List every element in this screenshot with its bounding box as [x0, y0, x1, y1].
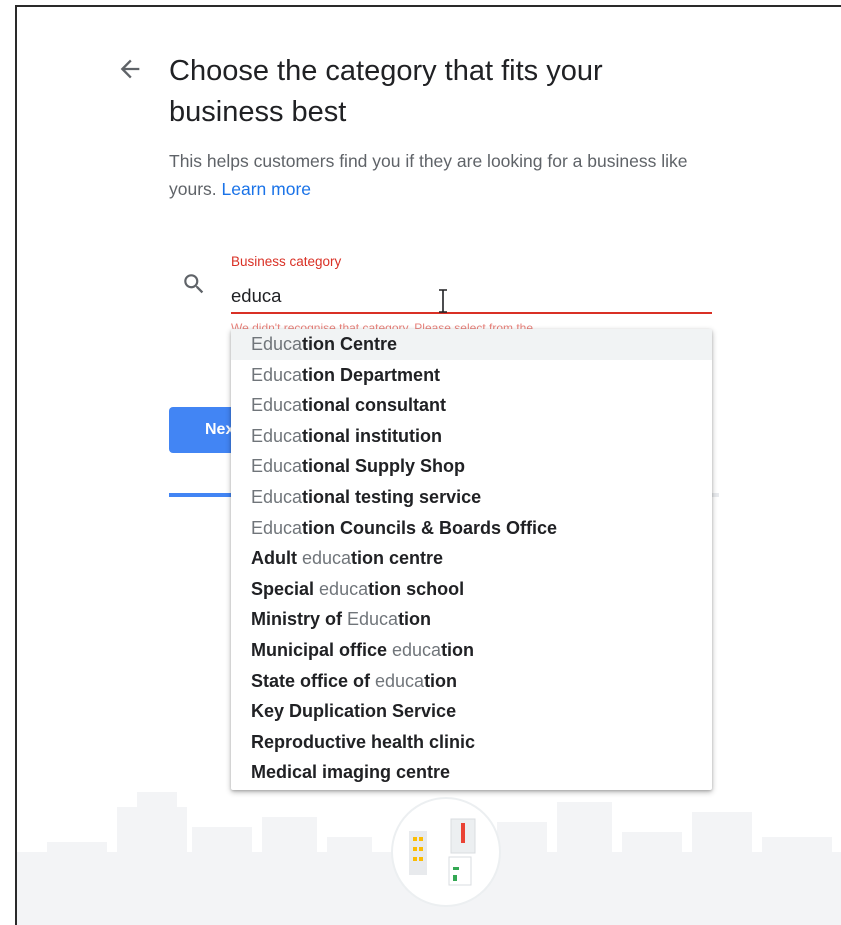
- option-text: Reproductive health clinic: [251, 731, 476, 752]
- option-text: tional testing service: [302, 486, 482, 507]
- category-option[interactable]: Educational institution: [231, 421, 712, 452]
- category-option[interactable]: State office of education: [231, 666, 712, 697]
- option-match-text: Educa: [251, 395, 303, 416]
- search-icon: [184, 274, 204, 294]
- option-text: tion: [398, 609, 432, 630]
- page-title: Choose the category that fits your busin…: [169, 55, 603, 128]
- option-match-text: educa: [319, 578, 369, 599]
- category-option[interactable]: Municipal office education: [231, 635, 712, 666]
- category-option[interactable]: Reproductive health clinic: [231, 727, 712, 758]
- page-frame: Choose the category that fits your busin…: [15, 5, 841, 925]
- option-text: Key Duplication Service: [251, 701, 457, 722]
- option-text: Medical imaging centre: [251, 762, 451, 783]
- option-text: tion: [441, 639, 475, 660]
- page-subtitle: This helps customers find you if they ar…: [169, 147, 689, 203]
- category-option[interactable]: Key Duplication Service: [231, 696, 712, 727]
- category-option[interactable]: Educational Supply Shop: [231, 451, 712, 482]
- learn-more-link[interactable]: Learn more: [222, 179, 312, 199]
- category-option[interactable]: Education Centre: [231, 329, 712, 360]
- category-option[interactable]: Education Department: [231, 360, 712, 391]
- storefront-illustration-icon: [391, 797, 501, 907]
- option-text: tion: [424, 670, 458, 691]
- category-option[interactable]: Special education school: [231, 574, 712, 605]
- category-suggestions-dropdown: Education Centre Education Department Educ…: [231, 329, 712, 790]
- business-category-input[interactable]: [231, 281, 711, 311]
- category-option[interactable]: Educational consultant: [231, 390, 712, 421]
- option-text: Municipal office: [251, 639, 393, 660]
- back-arrow-icon[interactable]: [116, 55, 144, 83]
- option-text: tional consultant: [302, 395, 447, 416]
- option-text: Special: [251, 578, 320, 599]
- category-option[interactable]: Medical imaging centre: [231, 757, 712, 788]
- option-text: tional institution: [302, 425, 443, 446]
- option-match-text: educa: [375, 670, 425, 691]
- option-text: tion Centre: [302, 334, 398, 354]
- option-text: tion school: [368, 578, 465, 599]
- text-cursor-icon: [439, 289, 447, 313]
- option-text: Ministry of: [251, 609, 348, 630]
- option-match-text: Educa: [251, 425, 303, 446]
- category-option[interactable]: Ministry of Education: [231, 604, 712, 635]
- option-text: tion Department: [302, 364, 441, 385]
- option-match-text: Educa: [251, 364, 303, 385]
- option-match-text: Educa: [251, 456, 303, 477]
- input-underline: [231, 312, 712, 314]
- option-text: tional Supply Shop: [302, 456, 466, 477]
- business-category-label: Business category: [231, 254, 342, 269]
- option-match-text: educa: [302, 548, 352, 569]
- option-match-text: Educa: [251, 517, 303, 538]
- option-text: Adult: [251, 548, 302, 569]
- option-match-text: Educa: [251, 486, 303, 507]
- option-text: State office of: [251, 670, 376, 691]
- option-match-text: Educa: [251, 334, 303, 354]
- category-option[interactable]: Education Councils & Boards Office: [231, 513, 712, 544]
- category-option[interactable]: Adult education centre: [231, 543, 712, 574]
- option-text: tion centre: [351, 548, 444, 569]
- category-option[interactable]: Educational testing service: [231, 482, 712, 513]
- option-match-text: Educa: [347, 609, 399, 630]
- option-match-text: educa: [392, 639, 442, 660]
- option-text: tion Councils & Boards Office: [302, 517, 558, 538]
- progress-fill: [169, 493, 235, 497]
